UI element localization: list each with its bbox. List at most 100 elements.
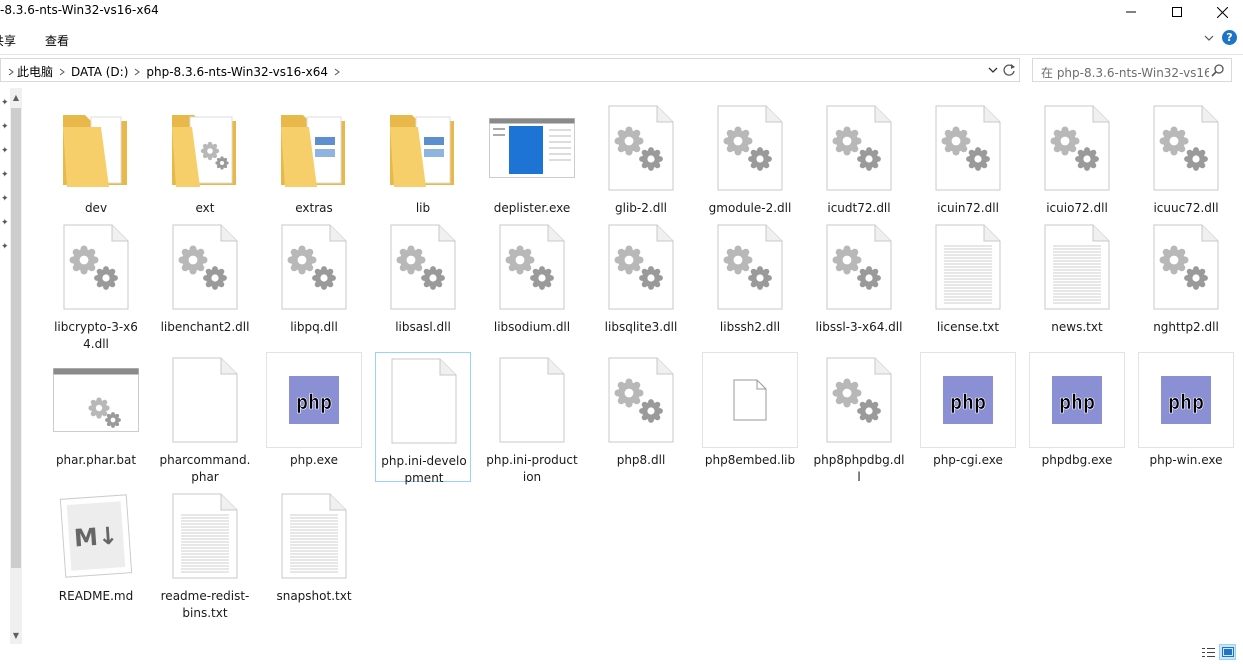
file-item[interactable]: php.ini-production <box>484 352 580 484</box>
blank-file-icon <box>376 353 472 449</box>
file-item[interactable]: snapshot.txt <box>266 488 362 618</box>
folder-doc-file-icon <box>375 100 471 196</box>
file-item[interactable]: extras <box>266 100 362 230</box>
file-item[interactable]: php phpdbg.exe <box>1029 352 1125 482</box>
file-item[interactable]: news.txt <box>1029 219 1125 349</box>
file-name: php8phpdbg.dll <box>813 453 905 484</box>
file-name: libssh2.dll <box>719 320 781 334</box>
file-item[interactable]: icuin72.dll <box>920 100 1016 230</box>
file-name: deplister.exe <box>493 201 571 215</box>
file-name: php8.dll <box>616 453 666 467</box>
details-view-icon <box>1202 647 1215 657</box>
svg-text:php: php <box>1059 390 1095 414</box>
file-name: php8embed.lib <box>704 453 796 467</box>
large-icons-view-icon <box>1221 647 1234 657</box>
file-name: snapshot.txt <box>276 589 352 603</box>
file-item[interactable]: icuio72.dll <box>1029 100 1125 230</box>
file-name: icudt72.dll <box>827 201 891 215</box>
file-item[interactable]: libpq.dll <box>266 219 362 349</box>
dll-file-icon <box>375 219 471 315</box>
file-name: README.md <box>58 589 134 603</box>
file-item[interactable]: nghttp2.dll <box>1138 219 1234 349</box>
file-item[interactable]: gmodule-2.dll <box>702 100 798 230</box>
dll-file-icon <box>593 100 689 196</box>
php-file-icon: php <box>920 352 1016 448</box>
file-name: license.txt <box>936 320 1000 334</box>
file-item[interactable]: php php-cgi.exe <box>920 352 1016 482</box>
file-name: nghttp2.dll <box>1153 320 1219 334</box>
file-item[interactable]: php php.exe <box>266 352 362 482</box>
file-item[interactable]: libssl-3-x64.dll <box>811 219 907 349</box>
file-item[interactable]: deplister.exe <box>484 100 580 230</box>
file-item[interactable]: php8phpdbg.dll <box>811 352 907 484</box>
file-name: php.ini-production <box>486 453 578 484</box>
file-name: libcrypto-3-x64.dll <box>54 320 138 351</box>
file-name: readme-redist-bins.txt <box>160 589 250 620</box>
txt-file-icon <box>157 488 253 584</box>
dll-file-icon <box>702 100 798 196</box>
file-name: libssl-3-x64.dll <box>815 320 903 334</box>
txt-file-icon <box>266 488 362 584</box>
svg-text:php: php <box>950 390 986 414</box>
file-item[interactable]: php.ini-development <box>375 352 472 485</box>
dll-file-icon <box>593 219 689 315</box>
file-item[interactable]: libcrypto-3-x64.dll <box>48 219 144 351</box>
php-file-icon: php <box>1029 352 1125 448</box>
php-file-icon: php <box>1138 352 1234 448</box>
dll-file-icon <box>811 100 907 196</box>
dll-file-icon <box>48 219 144 315</box>
file-item[interactable]: icudt72.dll <box>811 100 907 230</box>
folder-plain-file-icon <box>48 100 144 196</box>
txt-file-icon <box>920 219 1016 315</box>
exe-window-file-icon <box>484 100 580 196</box>
dll-file-icon <box>1029 100 1125 196</box>
file-item[interactable]: phar.phar.bat <box>48 352 144 482</box>
file-item[interactable]: icuuc72.dll <box>1138 100 1234 230</box>
file-item[interactable]: libssh2.dll <box>702 219 798 349</box>
file-name: php.ini-development <box>381 454 467 485</box>
svg-text:M↓: M↓ <box>73 521 119 552</box>
svg-text:php: php <box>1168 390 1204 414</box>
file-item[interactable]: libsasl.dll <box>375 219 471 349</box>
file-name: icuio72.dll <box>1046 201 1108 215</box>
dll-file-icon <box>811 352 907 448</box>
file-name: news.txt <box>1051 320 1103 334</box>
file-name: extras <box>295 201 333 215</box>
file-item[interactable]: pharcommand.phar <box>157 352 253 484</box>
file-item[interactable]: ext <box>157 100 253 230</box>
file-item[interactable]: dev <box>48 100 144 230</box>
file-item[interactable]: lib <box>375 100 471 230</box>
dll-file-icon <box>920 100 1016 196</box>
file-name: libsasl.dll <box>395 320 451 334</box>
file-name: phar.phar.bat <box>55 453 137 467</box>
file-item[interactable]: libenchant2.dll <box>157 219 253 349</box>
file-item[interactable]: glib-2.dll <box>593 100 689 230</box>
file-item[interactable]: license.txt <box>920 219 1016 349</box>
file-name: lib <box>415 201 431 215</box>
file-name: php-cgi.exe <box>933 453 1003 467</box>
file-name: ext <box>195 201 215 215</box>
file-name: icuuc72.dll <box>1153 201 1219 215</box>
file-name: libsodium.dll <box>493 320 571 334</box>
file-item[interactable]: readme-redist-bins.txt <box>157 488 253 620</box>
file-item[interactable]: php8embed.lib <box>702 352 798 482</box>
file-name: dev <box>84 201 108 215</box>
large-icons-view-button[interactable] <box>1219 644 1236 660</box>
dll-file-icon <box>811 219 907 315</box>
file-item[interactable]: php php-win.exe <box>1138 352 1234 482</box>
details-view-button[interactable] <box>1200 644 1217 660</box>
dll-file-icon <box>1138 219 1234 315</box>
dll-file-icon <box>702 219 798 315</box>
file-item[interactable]: libsqlite3.dll <box>593 219 689 349</box>
file-item[interactable]: php8.dll <box>593 352 689 482</box>
file-item[interactable]: M↓ README.md <box>48 488 144 618</box>
blank-file-icon <box>484 352 580 448</box>
folder-gear-file-icon <box>157 100 253 196</box>
file-name: phpdbg.exe <box>1041 453 1113 467</box>
folder-doc-file-icon <box>266 100 362 196</box>
md-file-icon: M↓ <box>48 488 144 584</box>
dll-file-icon <box>266 219 362 315</box>
file-item[interactable]: libsodium.dll <box>484 219 580 349</box>
file-name: gmodule-2.dll <box>708 201 792 215</box>
dll-file-icon <box>157 219 253 315</box>
